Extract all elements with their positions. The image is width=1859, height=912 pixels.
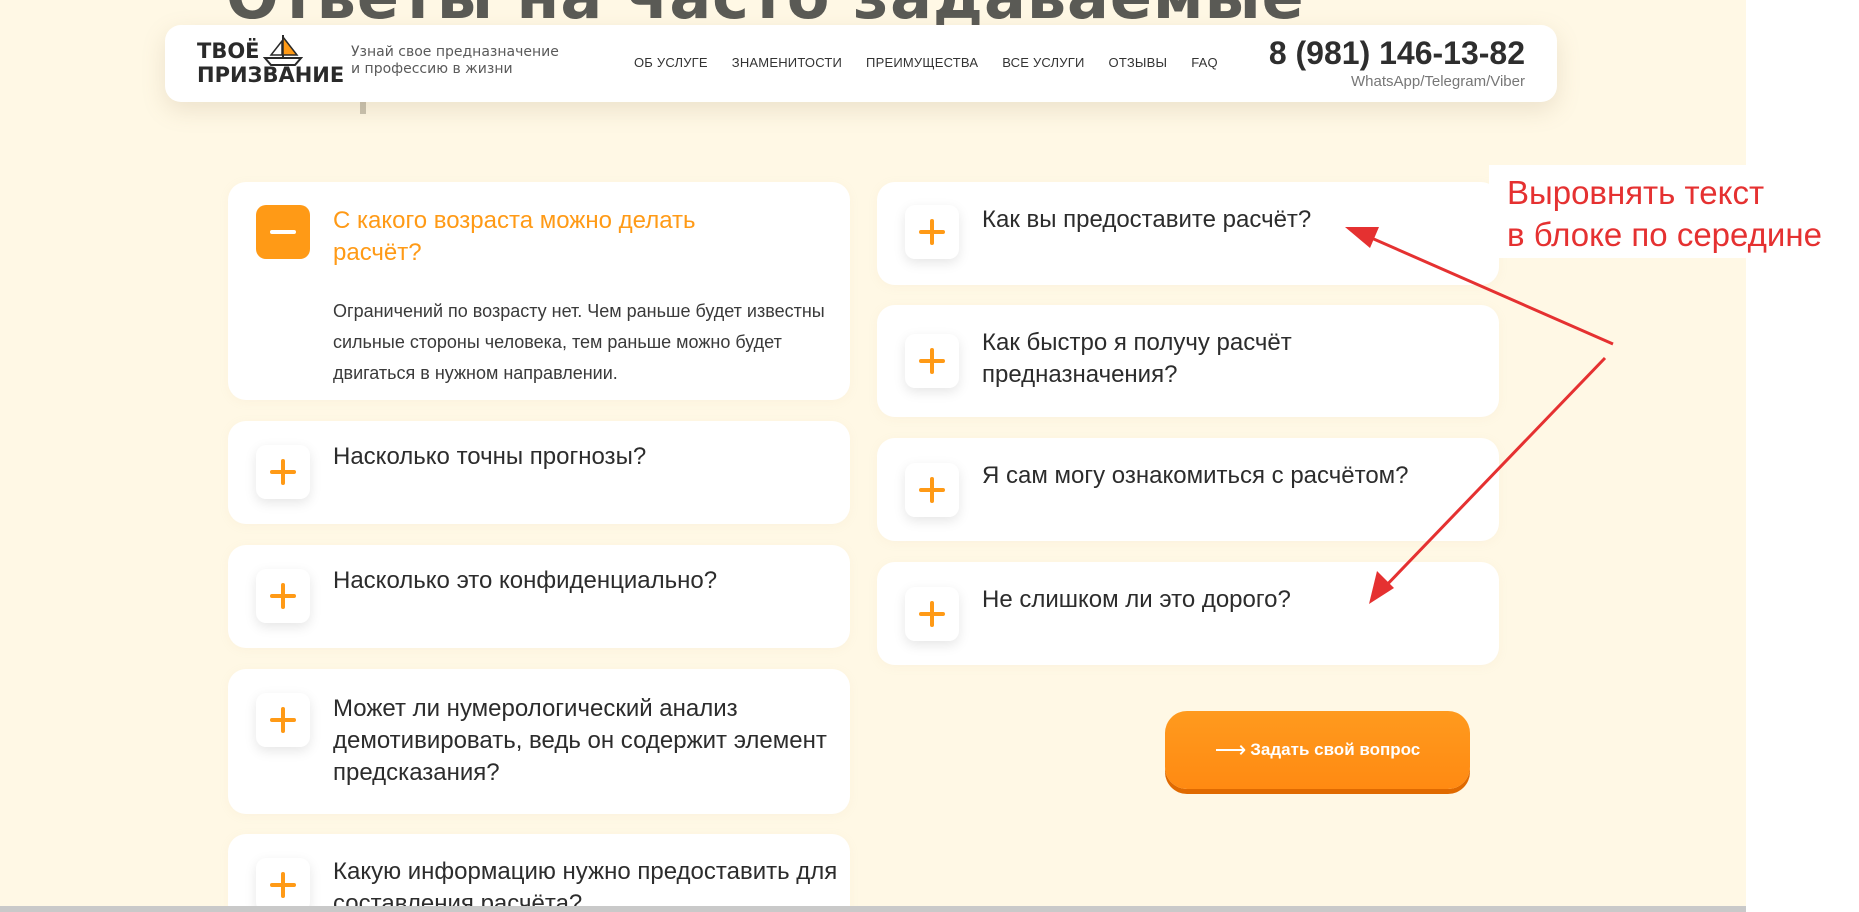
annotation-arrow-2 (1378, 356, 1607, 594)
annotation-arrow-1 (1359, 231, 1614, 346)
annotation-arrowhead-2 (1369, 571, 1394, 604)
annotation-arrowhead-1 (1345, 227, 1379, 248)
annotation-arrows (1345, 227, 1614, 604)
